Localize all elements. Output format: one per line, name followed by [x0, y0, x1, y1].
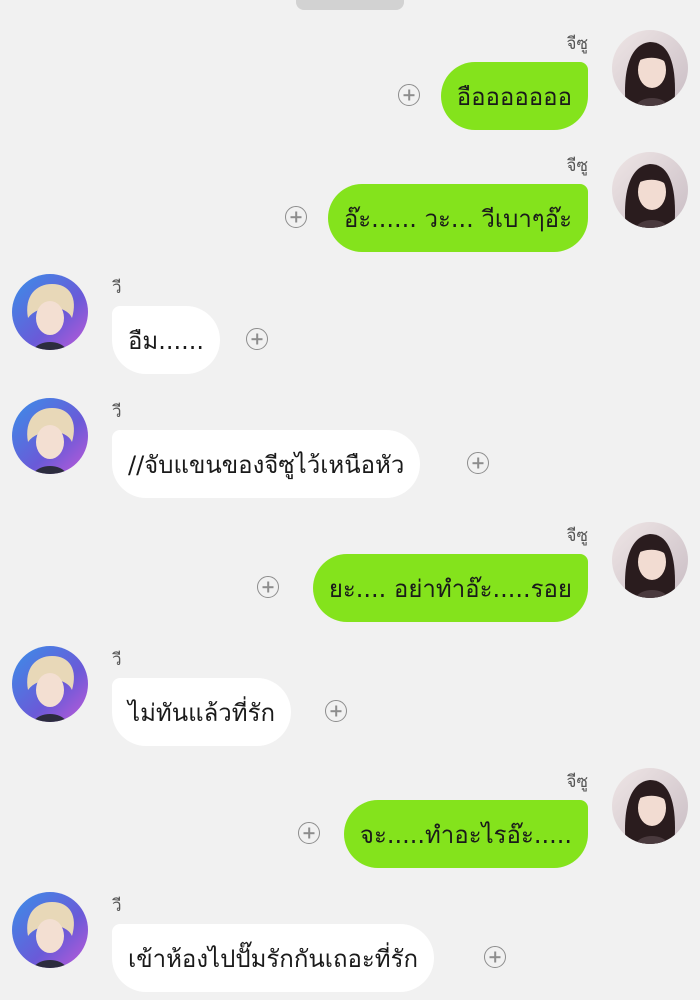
message-row: วี ไม่ทันแล้วที่รัก	[0, 644, 700, 754]
message-bubble: อ๊ะ...... วะ... วีเบาๆอ๊ะ	[327, 184, 588, 252]
message-row: วี เข้าห้องไปปั๊มรักกันเถอะที่รัก	[0, 890, 700, 1000]
top-handle	[296, 0, 404, 10]
message-bubble: ยะ.... อย่าทำอ๊ะ.....รอย	[312, 554, 588, 622]
plus-circle-icon[interactable]	[325, 700, 347, 722]
plus-circle-icon[interactable]	[398, 84, 420, 106]
message-bubble: อือออออออ	[440, 62, 588, 130]
plus-circle-icon[interactable]	[484, 946, 506, 968]
message-row: วี //จับแขนของจีซูไว้เหนือหัว	[0, 396, 700, 506]
message-bubble: เข้าห้องไปปั๊มรักกันเถอะที่รัก	[112, 924, 435, 992]
message-row: วี อืม......	[0, 272, 700, 382]
avatar-v[interactable]	[12, 398, 88, 474]
sender-name: จีซู	[566, 156, 589, 176]
avatar-jisoo[interactable]	[612, 30, 688, 106]
avatar-jisoo[interactable]	[612, 522, 688, 598]
avatar-v[interactable]	[12, 646, 88, 722]
message-row: จีซู จะ.....ทำอะไรอ๊ะ.....	[0, 766, 700, 876]
message-row: จีซู อือออออออ	[0, 28, 700, 138]
plus-circle-icon[interactable]	[298, 822, 320, 844]
plus-circle-icon[interactable]	[246, 328, 268, 350]
sender-name: วี	[112, 650, 122, 670]
message-bubble: อืม......	[112, 306, 221, 374]
message-bubble: ไม่ทันแล้วที่รัก	[112, 678, 292, 746]
sender-name: จีซู	[566, 526, 589, 546]
message-row: จีซู ยะ.... อย่าทำอ๊ะ.....รอย	[0, 520, 700, 630]
plus-circle-icon[interactable]	[285, 206, 307, 228]
sender-name: จีซู	[566, 772, 589, 792]
sender-name: วี	[112, 278, 122, 298]
sender-name: วี	[112, 402, 122, 422]
plus-circle-icon[interactable]	[467, 452, 489, 474]
plus-circle-icon[interactable]	[257, 576, 279, 598]
sender-name: วี	[112, 896, 122, 916]
sender-name: จีซู	[566, 34, 589, 54]
avatar-jisoo[interactable]	[612, 152, 688, 228]
message-row: จีซู อ๊ะ...... วะ... วีเบาๆอ๊ะ	[0, 150, 700, 260]
message-bubble: //จับแขนของจีซูไว้เหนือหัว	[112, 430, 421, 498]
avatar-jisoo[interactable]	[612, 768, 688, 844]
avatar-v[interactable]	[12, 274, 88, 350]
avatar-v[interactable]	[12, 892, 88, 968]
message-bubble: จะ.....ทำอะไรอ๊ะ.....	[343, 800, 588, 868]
